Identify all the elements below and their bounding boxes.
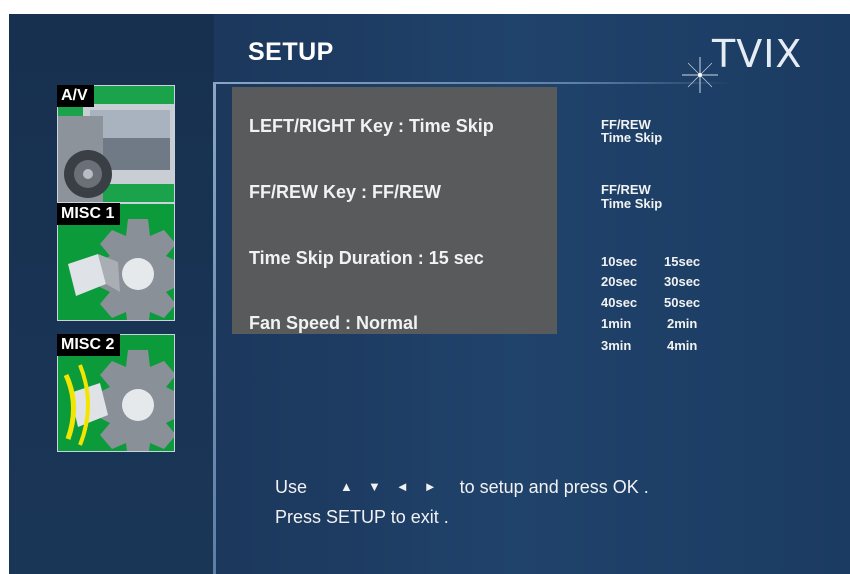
help-instruction-text: to setup and press OK . — [459, 477, 649, 497]
arrow-down-icon: ▼ — [367, 479, 381, 494]
tab-label: A/V — [57, 85, 94, 107]
vertical-divider — [213, 84, 216, 574]
option-time-skip[interactable]: Time Skip — [601, 131, 662, 144]
menu-item-time-skip-duration[interactable]: Time Skip Duration : 15 sec — [249, 248, 484, 269]
option-duration[interactable]: 30sec — [664, 275, 700, 288]
option-duration[interactable]: 3min — [601, 339, 631, 352]
header-divider-line — [213, 82, 733, 84]
page-title: SETUP — [248, 38, 334, 66]
tab-label: MISC 1 — [57, 203, 121, 225]
option-duration[interactable]: 1min — [601, 317, 631, 330]
menu-item-left-right-key[interactable]: LEFT/RIGHT Key : Time Skip — [249, 116, 494, 137]
help-line-2: Press SETUP to exit . — [275, 507, 449, 527]
arrow-left-icon: ◄ — [395, 479, 409, 494]
menu-item-ffrew-key[interactable]: FF/REW Key : FF/REW — [249, 182, 441, 203]
option-duration[interactable]: 2min — [667, 317, 697, 330]
option-duration[interactable]: 40sec — [601, 296, 637, 309]
option-duration[interactable]: 4min — [667, 339, 697, 352]
option-ffrew[interactable]: FF/REW — [601, 183, 651, 196]
arrow-right-icon: ► — [423, 479, 437, 494]
help-line-1: Use ▲ ▼ ◄ ► to setup and press OK . — [275, 477, 649, 498]
arrow-up-icon: ▲ — [340, 479, 353, 494]
menu-item-fan-speed[interactable]: Fan Speed : Normal — [249, 313, 418, 334]
option-duration[interactable]: 15sec — [664, 255, 700, 268]
option-duration[interactable]: 20sec — [601, 275, 637, 288]
tab-misc2[interactable]: MISC 2 — [57, 334, 175, 452]
tab-label: MISC 2 — [57, 334, 121, 356]
help-use-text: Use — [275, 477, 308, 497]
settings-menu: LEFT/RIGHT Key : Time Skip FF/REW Key : … — [232, 87, 557, 334]
option-duration[interactable]: 50sec — [664, 296, 700, 309]
tvix-logo: TVIX — [712, 32, 803, 76]
option-duration[interactable]: 10sec — [601, 255, 637, 268]
option-time-skip[interactable]: Time Skip — [601, 197, 662, 210]
tab-misc1[interactable]: MISC 1 — [57, 203, 175, 321]
tab-av[interactable]: A/V — [57, 85, 175, 203]
